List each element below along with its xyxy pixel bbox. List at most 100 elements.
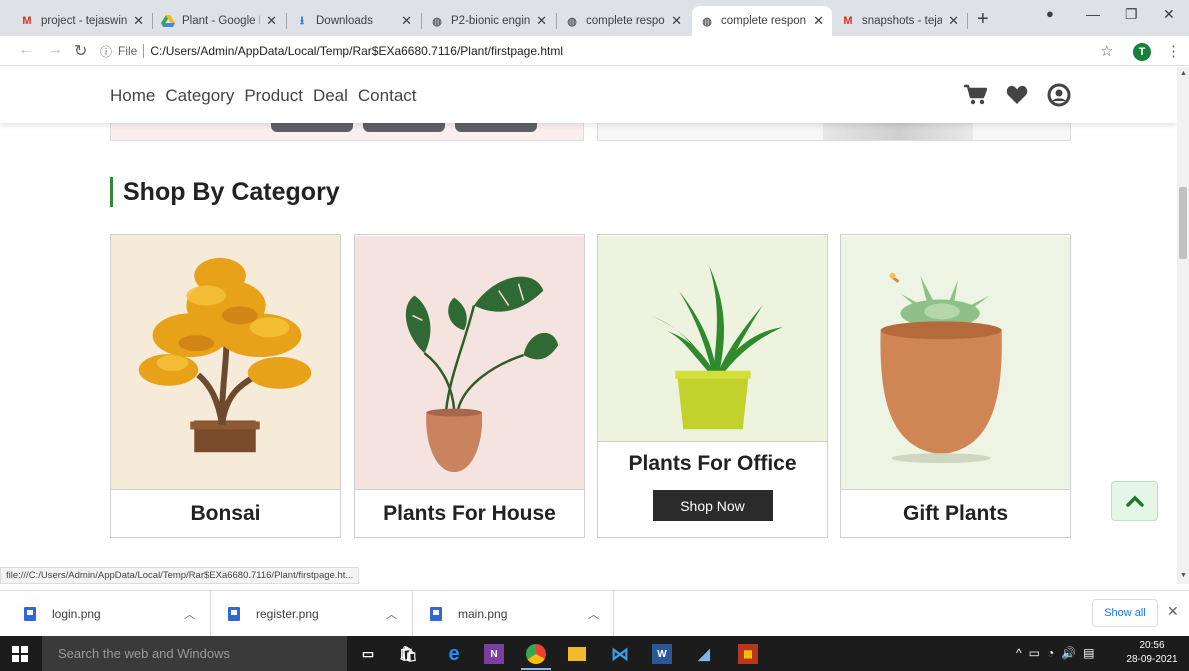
- chrome-icon[interactable]: [526, 644, 546, 664]
- chevron-up-icon[interactable]: ︿: [184, 606, 195, 622]
- category-caption-hover: Plants For Office Shop Now: [598, 441, 827, 537]
- category-card-bonsai[interactable]: Bonsai: [110, 234, 341, 538]
- forward-arrow-icon[interactable]: →: [47, 41, 63, 59]
- back-to-top-button[interactable]: [1111, 481, 1158, 521]
- file-explorer-icon[interactable]: [568, 647, 586, 661]
- category-card-plants-for-house[interactable]: Plants For House: [354, 234, 585, 538]
- scrollbar-thumb[interactable]: [1179, 187, 1187, 259]
- reload-icon[interactable]: ↻: [74, 41, 87, 61]
- category-card-plants-for-office[interactable]: Plants For Office Shop Now: [597, 234, 828, 538]
- category-title: Bonsai: [111, 489, 340, 537]
- cart-icon[interactable]: [962, 82, 988, 108]
- download-icon: ⭳: [300, 14, 304, 27]
- tab-complete-responsive-active[interactable]: ◍ complete respon ✕: [692, 6, 832, 36]
- nav-contact[interactable]: Contact: [358, 86, 417, 106]
- minimize-icon[interactable]: —: [1086, 6, 1100, 22]
- user-icon[interactable]: [1046, 82, 1072, 108]
- nav-deal[interactable]: Deal: [313, 86, 348, 106]
- chevron-up-icon[interactable]: ︿: [386, 606, 397, 622]
- tab-label: project - tejaswin: [41, 15, 128, 27]
- gmail-icon: M: [22, 15, 32, 27]
- close-icon[interactable]: ✕: [401, 13, 412, 29]
- close-icon[interactable]: ✕: [948, 13, 959, 29]
- section-title: Shop By Category: [123, 177, 340, 206]
- tab-gmail-project[interactable]: M project - tejaswin ✕: [12, 6, 152, 36]
- close-icon[interactable]: ✕: [266, 13, 277, 29]
- download-filename: login.png: [52, 607, 101, 621]
- vscode-icon[interactable]: ⋈: [610, 644, 630, 664]
- restore-icon[interactable]: ❐: [1125, 6, 1138, 23]
- tab-label: complete respon: [586, 15, 666, 27]
- tab-label: P2-bionic engine: [451, 15, 531, 27]
- nav-product[interactable]: Product: [244, 86, 303, 106]
- tab-bionic-engine[interactable]: ◍ P2-bionic engine ✕: [422, 6, 555, 36]
- status-bar-url: file:///C:/Users/Admin/AppData/Local/Tem…: [0, 567, 360, 584]
- heart-icon[interactable]: [1004, 82, 1030, 108]
- scroll-down-arrow-icon[interactable]: ▼: [1180, 572, 1187, 579]
- new-tab-button[interactable]: +: [977, 8, 989, 31]
- tab-downloads[interactable]: ⭳ Downloads ✕: [287, 6, 420, 36]
- image-file-icon: [24, 607, 36, 621]
- heading-accent-bar: [110, 177, 113, 207]
- chevron-up-icon[interactable]: ︿: [588, 606, 599, 622]
- globe-icon: ◍: [702, 15, 712, 28]
- word-icon[interactable]: W: [652, 644, 672, 664]
- address-scheme: File: [118, 44, 138, 58]
- bonsai-image: [111, 235, 340, 490]
- tab-complete-responsive-1[interactable]: ◍ complete respon ✕: [557, 6, 690, 36]
- succulent-pot-image: [841, 235, 1070, 490]
- browser-menu-icon[interactable]: ●: [1046, 6, 1054, 21]
- windows-taskbar: Search the web and Windows ▭ 🛍 e N ⋈ W ◢…: [0, 636, 1189, 671]
- chevron-up-icon: [1125, 495, 1144, 507]
- window-close-icon[interactable]: ✕: [1163, 6, 1175, 23]
- tab-google-drive[interactable]: Plant - Google Dr ✕: [153, 6, 285, 36]
- page-scrollbar[interactable]: ▲ ▼: [1177, 67, 1189, 584]
- tab-label: complete respon: [721, 15, 807, 27]
- scroll-up-arrow-icon[interactable]: ▲: [1180, 70, 1187, 77]
- globe-icon: ◍: [432, 15, 442, 28]
- info-icon[interactable]: ⓘ: [100, 43, 112, 60]
- close-icon[interactable]: ✕: [671, 13, 682, 29]
- close-icon[interactable]: ✕: [133, 13, 144, 29]
- more-options-icon[interactable]: ⋮: [1166, 42, 1181, 60]
- onenote-icon[interactable]: N: [484, 644, 504, 664]
- shop-now-button[interactable]: Shop Now: [652, 490, 773, 521]
- clock-time: 20:56: [1139, 640, 1165, 651]
- category-card-gift-plants[interactable]: Gift Plants: [840, 234, 1071, 538]
- image-file-icon: [430, 607, 442, 621]
- show-all-button[interactable]: Show all: [1092, 599, 1158, 627]
- taskbar-clock[interactable]: 20:56 28-09-2021: [1124, 639, 1180, 667]
- section-heading: Shop By Category: [110, 175, 340, 209]
- clock-date: 28-09-2021: [1126, 654, 1178, 665]
- profile-avatar[interactable]: T: [1133, 43, 1151, 61]
- back-arrow-icon[interactable]: ←: [18, 41, 34, 59]
- address-url[interactable]: C:/Users/Admin/AppData/Local/Temp/Rar$EX…: [150, 44, 563, 58]
- store-icon[interactable]: 🛍: [398, 644, 418, 664]
- category-title: Plants For Office: [628, 452, 797, 475]
- winrar-icon[interactable]: ▦: [738, 644, 758, 664]
- system-tray-icons[interactable]: ^▭◔🔊▤: [1016, 646, 1102, 660]
- taskbar-search-input[interactable]: Search the web and Windows: [42, 636, 347, 671]
- globe-icon: ◍: [567, 15, 577, 28]
- browser-toolbar: ← → ↻ ⓘ File C:/Users/Admin/AppData/Loca…: [0, 36, 1189, 66]
- download-item-register[interactable]: register.png ︿: [228, 601, 408, 627]
- download-item-login[interactable]: login.png ︿: [24, 601, 204, 627]
- close-icon[interactable]: ✕: [813, 13, 824, 29]
- download-filename: register.png: [256, 607, 319, 621]
- edge-icon[interactable]: e: [444, 643, 464, 665]
- close-icon[interactable]: ✕: [1167, 603, 1179, 620]
- address-bar[interactable]: ⓘ File C:/Users/Admin/AppData/Local/Temp…: [100, 40, 1090, 62]
- close-icon[interactable]: ✕: [536, 13, 547, 29]
- task-view-icon[interactable]: ▭: [358, 644, 378, 664]
- paint-icon[interactable]: ◢: [694, 644, 714, 664]
- tab-gmail-snapshots[interactable]: M snapshots - tejas ✕: [833, 6, 967, 36]
- nav-category[interactable]: Category: [165, 86, 234, 106]
- google-drive-icon: [161, 14, 175, 28]
- download-item-main[interactable]: main.png ︿: [430, 601, 610, 627]
- tab-label: snapshots - tejas: [862, 15, 943, 27]
- bookmark-star-icon[interactable]: ☆: [1100, 42, 1113, 60]
- browser-tab-strip: M project - tejaswin ✕ Plant - Google Dr…: [0, 0, 1189, 36]
- windows-start-icon[interactable]: [12, 646, 28, 662]
- image-file-icon: [228, 607, 240, 621]
- nav-home[interactable]: Home: [110, 86, 155, 106]
